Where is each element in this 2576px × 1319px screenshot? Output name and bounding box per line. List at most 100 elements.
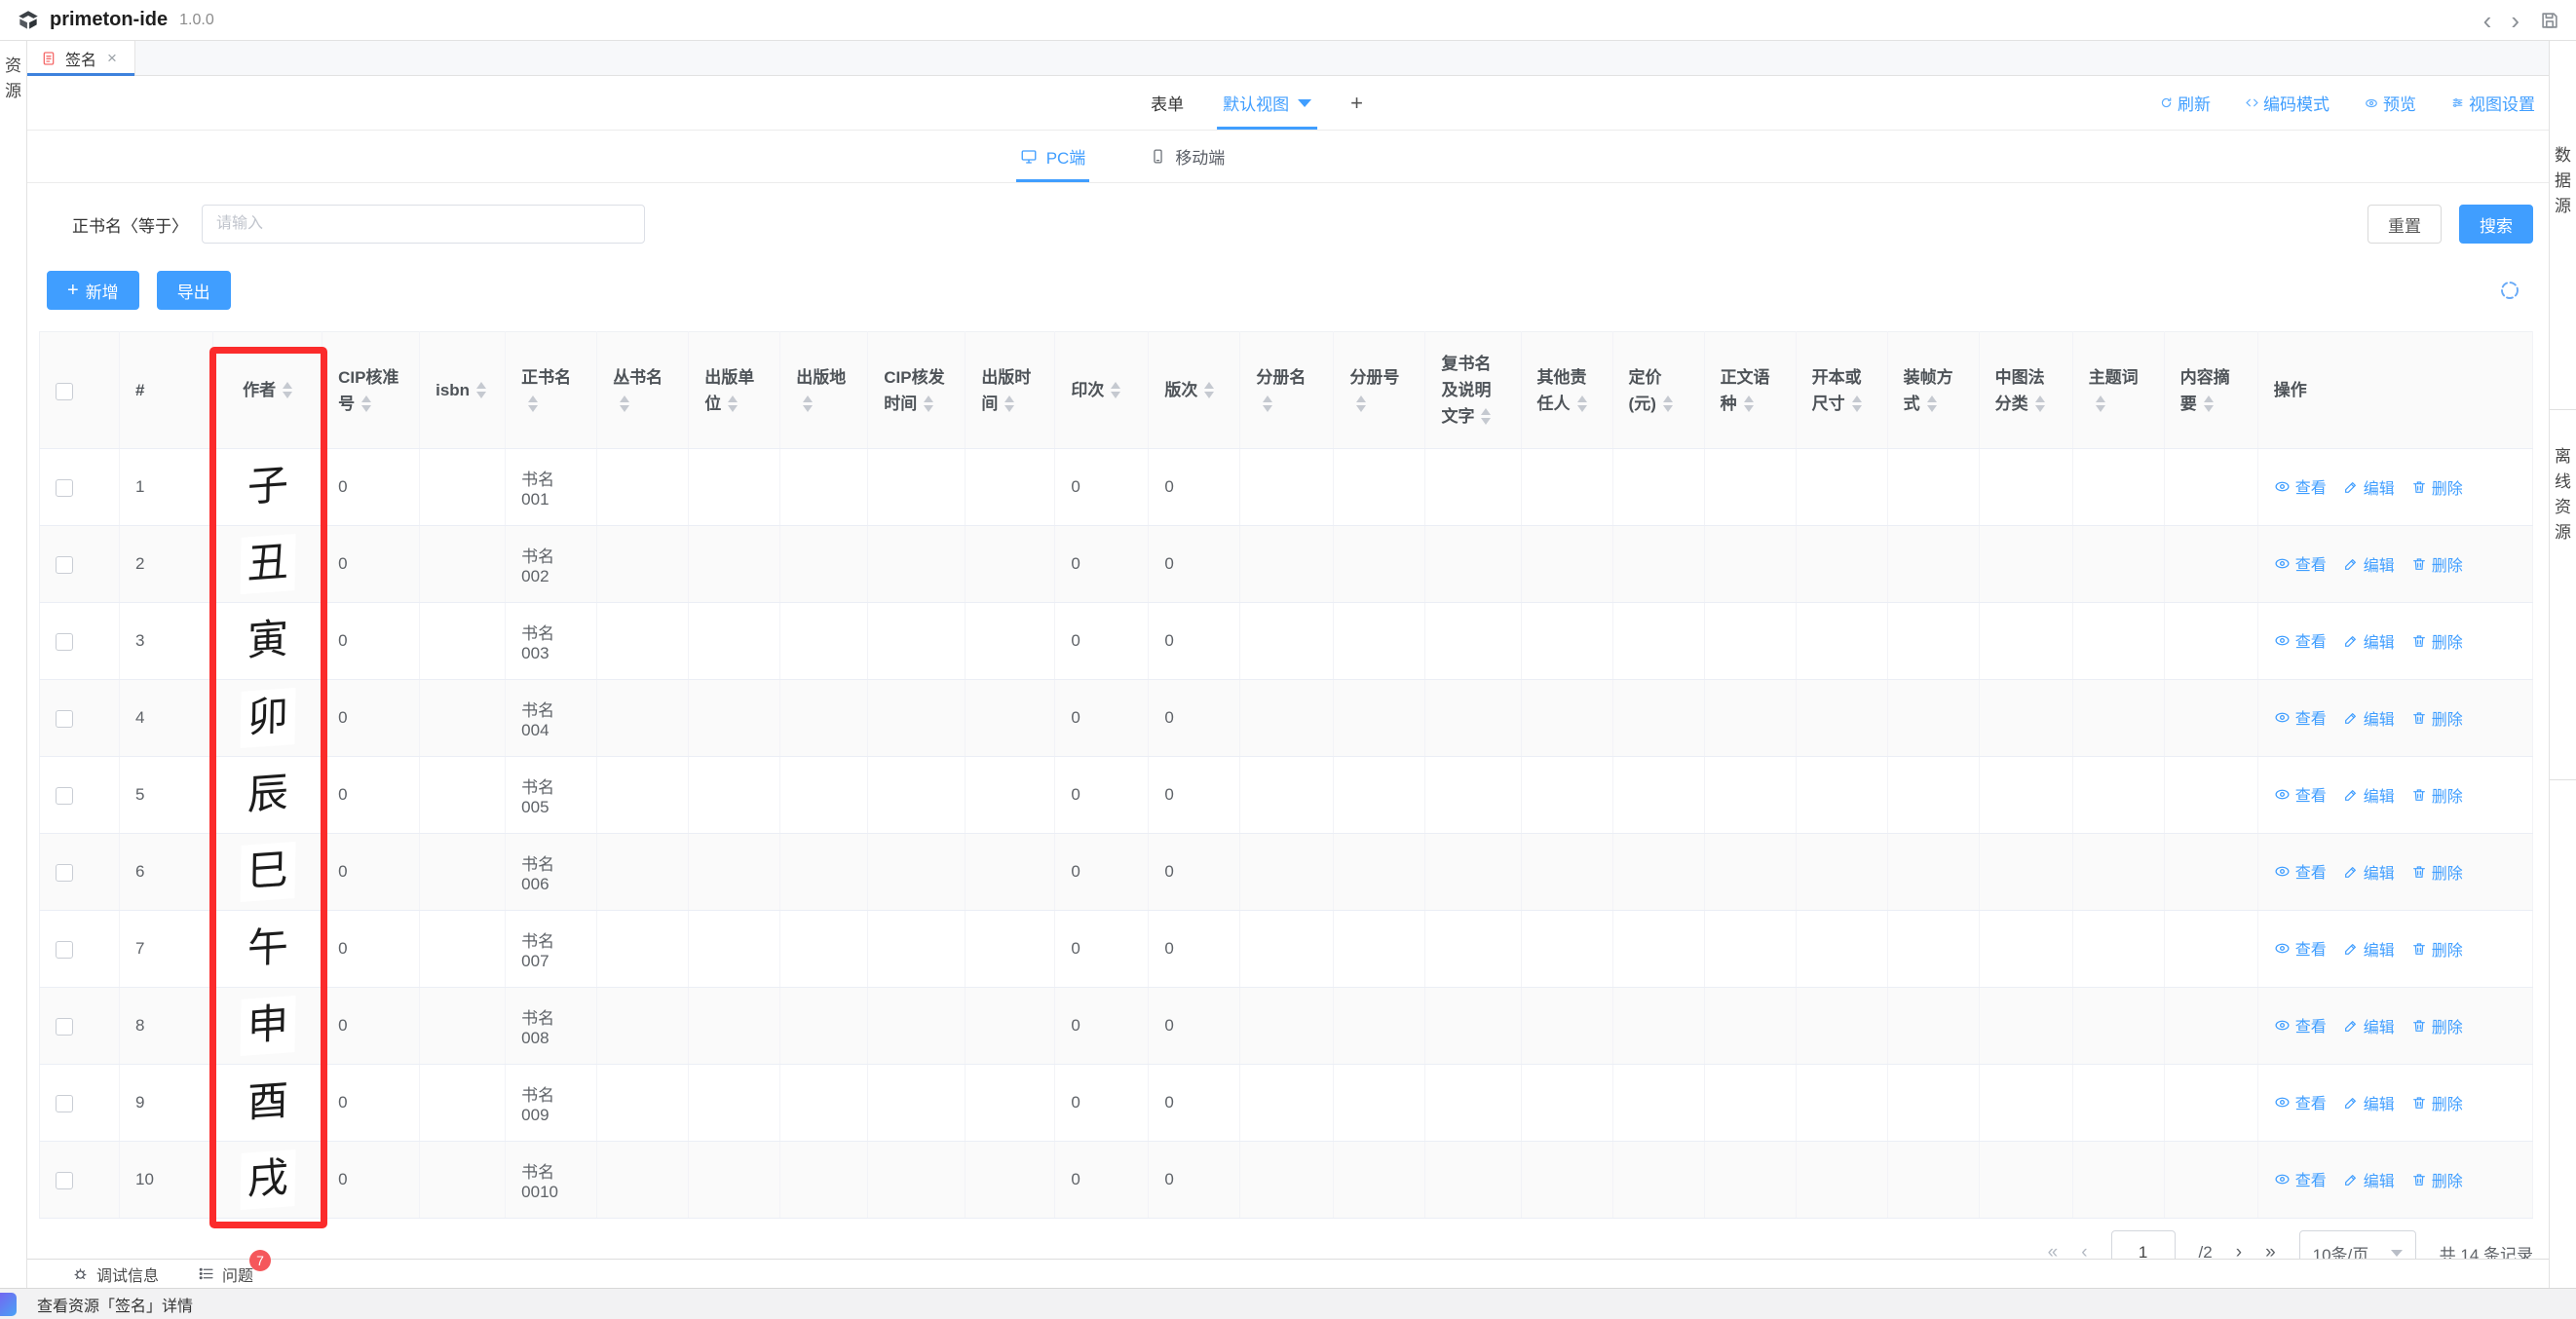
sort-icon[interactable] bbox=[1204, 382, 1214, 398]
sort-icon[interactable] bbox=[476, 382, 486, 398]
column-header-publisher[interactable]: 出版单位 bbox=[689, 332, 780, 449]
sort-icon[interactable] bbox=[1481, 408, 1491, 425]
sort-icon[interactable] bbox=[528, 396, 538, 412]
page-size-select[interactable]: 10条/页 bbox=[2299, 1230, 2416, 1259]
column-header-volume_name[interactable]: 分册名 bbox=[1240, 332, 1334, 449]
view-selector[interactable]: 默认视图 bbox=[1223, 76, 1311, 130]
column-header-print_run[interactable]: 印次 bbox=[1055, 332, 1149, 449]
column-header-price[interactable]: 定价 (元) bbox=[1612, 332, 1704, 449]
edit-link[interactable]: 编辑 bbox=[2343, 706, 2395, 730]
edit-link[interactable]: 编辑 bbox=[2343, 475, 2395, 499]
next-page-button[interactable]: › bbox=[2236, 1242, 2242, 1259]
row-checkbox[interactable] bbox=[56, 941, 73, 959]
sort-icon[interactable] bbox=[1927, 396, 1937, 412]
sort-icon[interactable] bbox=[1852, 396, 1862, 412]
view-link[interactable]: 查看 bbox=[2274, 1013, 2327, 1036]
column-header-keywords[interactable]: 主题词 bbox=[2072, 332, 2164, 449]
row-checkbox[interactable] bbox=[56, 556, 73, 574]
refresh-link[interactable]: 刷新 bbox=[2160, 91, 2211, 115]
tab-close-icon[interactable]: × bbox=[107, 49, 117, 68]
sort-icon[interactable] bbox=[2096, 396, 2105, 412]
sort-icon[interactable] bbox=[924, 396, 933, 412]
search-input[interactable] bbox=[202, 205, 645, 244]
column-header-series[interactable]: 丛书名 bbox=[597, 332, 689, 449]
column-header-abstract[interactable]: 内容摘要 bbox=[2164, 332, 2257, 449]
column-header-language[interactable]: 正文语种 bbox=[1704, 332, 1796, 449]
sort-icon[interactable] bbox=[2204, 396, 2214, 412]
edit-link[interactable]: 编辑 bbox=[2343, 629, 2395, 653]
view-link[interactable]: 查看 bbox=[2274, 782, 2327, 806]
column-header-volume_no[interactable]: 分册号 bbox=[1334, 332, 1425, 449]
add-view-button[interactable]: + bbox=[1350, 93, 1363, 114]
form-label[interactable]: 表单 bbox=[1151, 91, 1184, 115]
sort-icon[interactable] bbox=[1577, 396, 1587, 412]
row-checkbox[interactable] bbox=[56, 787, 73, 805]
add-button[interactable]: + 新增 bbox=[47, 271, 139, 310]
select-all-checkbox[interactable] bbox=[56, 383, 73, 400]
row-checkbox[interactable] bbox=[56, 479, 73, 497]
delete-link[interactable]: 删除 bbox=[2411, 706, 2463, 730]
sort-icon[interactable] bbox=[728, 396, 738, 412]
column-header-cip_issue_time[interactable]: CIP核发时间 bbox=[868, 332, 966, 449]
row-checkbox[interactable] bbox=[56, 710, 73, 728]
sort-icon[interactable] bbox=[2035, 396, 2045, 412]
prev-page-button[interactable]: ‹ bbox=[2081, 1242, 2087, 1259]
delete-link[interactable]: 删除 bbox=[2411, 783, 2463, 807]
view-link[interactable]: 查看 bbox=[2274, 1167, 2327, 1190]
edit-link[interactable]: 编辑 bbox=[2343, 1168, 2395, 1191]
row-checkbox[interactable] bbox=[56, 633, 73, 651]
sort-icon[interactable] bbox=[283, 382, 292, 398]
delete-link[interactable]: 删除 bbox=[2411, 860, 2463, 884]
tab-mobile[interactable]: 移动端 bbox=[1150, 131, 1225, 182]
edit-link[interactable]: 编辑 bbox=[2343, 783, 2395, 807]
last-page-button[interactable]: » bbox=[2265, 1242, 2276, 1259]
column-header-subtitle[interactable]: 复书名及说明文字 bbox=[1425, 332, 1521, 449]
edit-link[interactable]: 编辑 bbox=[2343, 860, 2395, 884]
column-header-isbn[interactable]: isbn bbox=[420, 332, 506, 449]
delete-link[interactable]: 删除 bbox=[2411, 1091, 2463, 1114]
column-header-pub_time[interactable]: 出版时间 bbox=[966, 332, 1055, 449]
preview-link[interactable]: 预览 bbox=[2365, 91, 2416, 115]
view-link[interactable]: 查看 bbox=[2274, 859, 2327, 883]
code-mode-link[interactable]: 编码模式 bbox=[2246, 91, 2330, 115]
row-checkbox[interactable] bbox=[56, 864, 73, 882]
sort-icon[interactable] bbox=[1111, 382, 1120, 398]
history-forward-icon[interactable]: › bbox=[2511, 8, 2519, 33]
export-button[interactable]: 导出 bbox=[157, 271, 231, 310]
history-back-icon[interactable]: ‹ bbox=[2483, 8, 2492, 33]
delete-link[interactable]: 删除 bbox=[2411, 629, 2463, 653]
sort-icon[interactable] bbox=[803, 396, 813, 412]
column-header-cip_no[interactable]: CIP核准号 bbox=[322, 332, 420, 449]
debug-info-button[interactable]: 调试信息 bbox=[72, 1262, 159, 1286]
view-link[interactable]: 查看 bbox=[2274, 474, 2327, 498]
column-header-title[interactable]: 正书名 bbox=[506, 332, 597, 449]
delete-link[interactable]: 删除 bbox=[2411, 1014, 2463, 1037]
edit-link[interactable]: 编辑 bbox=[2343, 937, 2395, 961]
edit-link[interactable]: 编辑 bbox=[2343, 1014, 2395, 1037]
edit-link[interactable]: 编辑 bbox=[2343, 552, 2395, 576]
column-header-format[interactable]: 开本或尺寸 bbox=[1796, 332, 1887, 449]
view-link[interactable]: 查看 bbox=[2274, 551, 2327, 575]
sort-icon[interactable] bbox=[1004, 396, 1014, 412]
column-header-other_resp[interactable]: 其他责任人 bbox=[1521, 332, 1612, 449]
delete-link[interactable]: 删除 bbox=[2411, 552, 2463, 576]
column-header-pub_place[interactable]: 出版地 bbox=[780, 332, 868, 449]
column-header-author[interactable]: 作者 bbox=[213, 332, 322, 449]
edit-link[interactable]: 编辑 bbox=[2343, 1091, 2395, 1114]
sort-icon[interactable] bbox=[620, 396, 629, 412]
column-header-clc[interactable]: 中图法分类 bbox=[1979, 332, 2072, 449]
search-button[interactable]: 搜索 bbox=[2459, 205, 2533, 244]
sort-icon[interactable] bbox=[361, 396, 371, 412]
sort-icon[interactable] bbox=[1744, 396, 1754, 412]
sort-icon[interactable] bbox=[1356, 396, 1366, 412]
row-checkbox[interactable] bbox=[56, 1018, 73, 1036]
page-number-input[interactable]: 1 bbox=[2111, 1230, 2176, 1259]
problems-button[interactable]: 问题 7 bbox=[198, 1262, 253, 1286]
rail-item-datasource[interactable]: 数据源 bbox=[2550, 143, 2576, 410]
row-checkbox[interactable] bbox=[56, 1095, 73, 1112]
sort-icon[interactable] bbox=[1263, 396, 1272, 412]
table-refresh-icon[interactable] bbox=[2498, 279, 2521, 302]
delete-link[interactable]: 删除 bbox=[2411, 937, 2463, 961]
tab-pc[interactable]: PC端 bbox=[1020, 131, 1086, 182]
reset-button[interactable]: 重置 bbox=[2368, 205, 2442, 244]
